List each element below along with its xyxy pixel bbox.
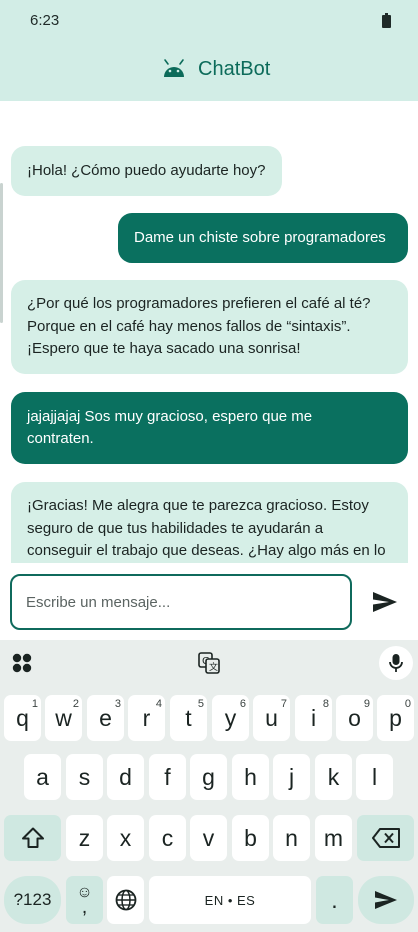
emoji-comma-key[interactable]: ☺ , [66, 876, 103, 924]
backspace-icon [371, 828, 400, 848]
key-k[interactable]: k [315, 754, 352, 800]
key-h[interactable]: h [232, 754, 269, 800]
key-l[interactable]: l [356, 754, 393, 800]
apps-icon[interactable] [12, 653, 32, 673]
key-g[interactable]: g [190, 754, 227, 800]
key-n[interactable]: n [273, 815, 310, 861]
key-d[interactable]: d [107, 754, 144, 800]
key-p[interactable]: p0 [377, 695, 414, 741]
scroll-indicator [0, 183, 3, 323]
key-e[interactable]: e3 [87, 695, 124, 741]
key-f[interactable]: f [149, 754, 186, 800]
send-icon[interactable] [372, 591, 398, 613]
battery-icon [382, 13, 391, 28]
key-a[interactable]: a [24, 754, 61, 800]
key-o[interactable]: o9 [336, 695, 373, 741]
symbols-key[interactable]: ?123 [4, 876, 61, 924]
enter-icon [375, 891, 397, 909]
keyboard: G 文 q1 w2 e3 r4 t5 y6 u7 i8 o9 p0 a s d … [0, 640, 418, 932]
translate-icon[interactable]: G 文 [198, 652, 220, 674]
key-j[interactable]: j [273, 754, 310, 800]
app-title: ChatBot [198, 58, 271, 80]
message-input[interactable] [26, 576, 336, 628]
key-s[interactable]: s [66, 754, 103, 800]
input-area [0, 563, 418, 640]
space-key[interactable]: EN • ES [149, 876, 311, 924]
status-bar: 6:23 [0, 0, 418, 42]
mic-icon [389, 654, 403, 672]
key-v[interactable]: v [190, 815, 227, 861]
message-text: Dame un chiste sobre programadores [134, 228, 386, 246]
key-y[interactable]: y6 [212, 695, 249, 741]
backspace-key[interactable] [357, 815, 414, 861]
key-r[interactable]: r4 [128, 695, 165, 741]
chat-messages[interactable]: ¡Hola! ¿Cómo puedo ayudarte hoy? Dame un… [0, 101, 418, 563]
shift-key[interactable] [4, 815, 61, 861]
key-q[interactable]: q1 [4, 695, 41, 741]
android-icon [164, 59, 184, 77]
shift-icon [21, 827, 44, 848]
message-input-box[interactable] [10, 574, 352, 630]
globe-icon [115, 889, 136, 911]
user-message: jajajjajaj Sos muy gracioso, espero que … [11, 392, 408, 464]
key-t[interactable]: t5 [170, 695, 207, 741]
message-text: ¿Por qué los programadores prefieren el … [27, 295, 371, 358]
keyboard-toolbar: G 文 [0, 640, 418, 686]
key-m[interactable]: m [315, 815, 352, 861]
language-key[interactable] [107, 876, 144, 924]
key-b[interactable]: b [232, 815, 269, 861]
user-message: Dame un chiste sobre programadores [118, 213, 408, 263]
key-c[interactable]: c [149, 815, 186, 861]
period-key[interactable]: . [316, 876, 353, 924]
key-z[interactable]: z [66, 815, 103, 861]
bot-message: ¡Hola! ¿Cómo puedo ayudarte hoy? [11, 146, 282, 196]
key-w[interactable]: w2 [45, 695, 82, 741]
key-x[interactable]: x [107, 815, 144, 861]
message-text: jajajjajaj Sos muy gracioso, espero que … [27, 407, 313, 448]
app-bar: ChatBot [0, 42, 418, 101]
message-text: ¡Hola! ¿Cómo puedo ayudarte hoy? [27, 161, 266, 179]
bot-message: ¡Gracias! Me alegra que te parezca graci… [11, 482, 408, 563]
message-text: ¡Gracias! Me alegra que te parezca graci… [27, 497, 386, 559]
mic-button[interactable] [379, 646, 413, 680]
svg-text:文: 文 [209, 661, 218, 673]
bot-message: ¿Por qué los programadores prefieren el … [11, 280, 408, 374]
enter-key[interactable] [358, 876, 414, 924]
key-i[interactable]: i8 [295, 695, 332, 741]
key-u[interactable]: u7 [253, 695, 290, 741]
status-time: 6:23 [30, 12, 60, 29]
